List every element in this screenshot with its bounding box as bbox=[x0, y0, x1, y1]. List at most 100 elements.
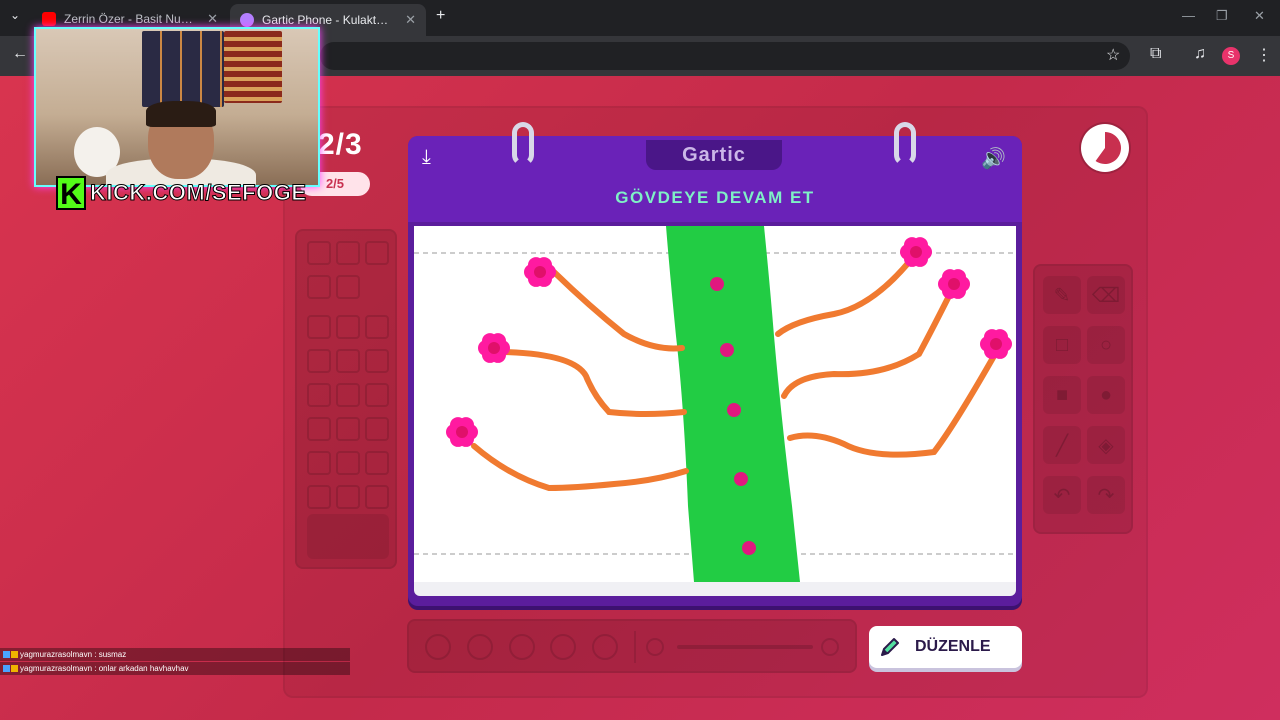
streamer-hair bbox=[146, 101, 216, 127]
trunk-dot bbox=[720, 343, 734, 357]
branch bbox=[787, 353, 997, 458]
wall-poster bbox=[142, 31, 224, 107]
rectangle-outline-tool-icon[interactable]: □ bbox=[1043, 326, 1081, 364]
color-swatch[interactable] bbox=[307, 275, 331, 299]
color-swatch[interactable] bbox=[336, 241, 360, 265]
download-icon[interactable]: ⤓ bbox=[422, 146, 431, 169]
brush-size-3[interactable] bbox=[509, 634, 535, 660]
flower bbox=[524, 257, 556, 287]
round-counter: 2/3 bbox=[318, 128, 363, 161]
drawing bbox=[414, 226, 1016, 582]
ellipse-outline-tool-icon[interactable]: ○ bbox=[1087, 326, 1125, 364]
rectangle-fill-tool-icon[interactable]: ■ bbox=[1043, 376, 1081, 414]
color-swatch[interactable] bbox=[365, 383, 389, 407]
brush-size-1[interactable] bbox=[425, 634, 451, 660]
color-swatch[interactable] bbox=[336, 315, 360, 339]
drawing-canvas[interactable] bbox=[414, 226, 1016, 582]
sketchbook: Gartic ⤓ 🔊 GÖVDEYE DEVAM ET bbox=[408, 122, 1022, 606]
chat-badge-icon bbox=[11, 665, 18, 672]
tab-title: Gartic Phone - Kulaktan Kulağa bbox=[262, 13, 391, 27]
sketchbook-header: Gartic ⤓ 🔊 GÖVDEYE DEVAM ET bbox=[408, 136, 1022, 222]
ellipse-fill-tool-icon[interactable]: ● bbox=[1087, 376, 1125, 414]
tool-panel: ✎ ⌫ □ ○ ■ ● ╱ ◈ ↶ ↷ bbox=[1033, 264, 1133, 534]
trunk-dot bbox=[710, 277, 724, 291]
close-icon[interactable]: ✕ bbox=[405, 12, 416, 28]
color-palette bbox=[295, 229, 397, 569]
redo-icon[interactable]: ↷ bbox=[1087, 476, 1125, 514]
kick-url: KICK.COM/SEFOGE bbox=[90, 180, 307, 206]
color-swatch[interactable] bbox=[336, 485, 360, 509]
chat-badge-icon bbox=[11, 651, 18, 658]
window-close-icon[interactable]: ✕ bbox=[1254, 8, 1265, 24]
flower bbox=[980, 329, 1012, 359]
timer-icon bbox=[1081, 124, 1129, 172]
color-swatch[interactable] bbox=[307, 451, 331, 475]
brush-size-4[interactable] bbox=[550, 634, 576, 660]
color-swatch[interactable] bbox=[336, 383, 360, 407]
brush-size-2[interactable] bbox=[467, 634, 493, 660]
flower bbox=[446, 417, 478, 447]
opacity-slider[interactable] bbox=[677, 645, 813, 649]
kick-logo-icon: K bbox=[56, 176, 86, 211]
color-swatch[interactable] bbox=[365, 451, 389, 475]
eraser-tool-icon[interactable]: ⌫ bbox=[1087, 276, 1125, 314]
binder-ring-right bbox=[894, 122, 916, 166]
restore-icon[interactable]: ❐ bbox=[1216, 8, 1228, 24]
color-swatch[interactable] bbox=[307, 383, 331, 407]
tab-search-chevron-icon[interactable]: ⌄ bbox=[10, 8, 20, 22]
color-swatch[interactable] bbox=[336, 417, 360, 441]
color-swatch[interactable] bbox=[307, 485, 331, 509]
wall-rug bbox=[224, 31, 282, 103]
line-tool-icon[interactable]: ╱ bbox=[1043, 426, 1081, 464]
new-tab-icon[interactable]: + bbox=[436, 7, 445, 25]
color-swatch[interactable] bbox=[365, 485, 389, 509]
back-icon[interactable]: ← bbox=[12, 45, 28, 63]
chat-message: yagmurazrasolmavn : onlar arkadan havhav… bbox=[0, 662, 350, 675]
address-bar[interactable] bbox=[320, 42, 1130, 70]
webcam-overlay bbox=[34, 27, 320, 187]
extensions-icon[interactable]: ⧉ bbox=[1150, 45, 1161, 63]
color-swatch[interactable] bbox=[307, 241, 331, 265]
color-swatch[interactable] bbox=[365, 417, 389, 441]
fill-bucket-tool-icon[interactable]: ◈ bbox=[1087, 426, 1125, 464]
trunk-dot bbox=[734, 472, 748, 486]
color-swatch[interactable] bbox=[365, 241, 389, 265]
binder-ring-left bbox=[512, 122, 534, 166]
media-control-icon[interactable]: ♫ bbox=[1194, 45, 1206, 63]
color-swatch[interactable] bbox=[307, 349, 331, 373]
brush-size-5[interactable] bbox=[592, 634, 618, 660]
trunk-dot bbox=[742, 541, 756, 555]
opacity-max-icon bbox=[821, 638, 839, 656]
volume-icon[interactable]: 🔊 bbox=[981, 146, 1006, 171]
menu-kebab-icon[interactable]: ⋮ bbox=[1256, 45, 1272, 65]
trunk-dot bbox=[727, 403, 741, 417]
kick-banner: K KICK.COM/SEFOGE bbox=[56, 176, 307, 211]
color-swatch[interactable] bbox=[336, 349, 360, 373]
tab-title: Zerrin Özer - Basit Numaralar ( bbox=[64, 12, 193, 26]
undo-icon[interactable]: ↶ bbox=[1043, 476, 1081, 514]
bookmark-star-icon[interactable]: ☆ bbox=[1106, 45, 1120, 65]
close-icon[interactable]: ✕ bbox=[207, 11, 218, 27]
branch bbox=[775, 253, 917, 337]
chat-badge-icon bbox=[3, 665, 10, 672]
brush-size-bar bbox=[407, 619, 857, 673]
opacity-min-icon bbox=[646, 638, 664, 656]
flower bbox=[478, 333, 510, 363]
branch bbox=[471, 443, 689, 492]
color-swatch[interactable] bbox=[307, 417, 331, 441]
branch bbox=[551, 269, 685, 352]
selected-color-swatch bbox=[307, 514, 389, 559]
edit-button[interactable]: DÜZENLE bbox=[869, 626, 1022, 668]
color-swatch[interactable] bbox=[336, 275, 360, 299]
color-swatch[interactable] bbox=[307, 315, 331, 339]
color-swatch[interactable] bbox=[365, 349, 389, 373]
color-swatch[interactable] bbox=[336, 451, 360, 475]
edit-button-label: DÜZENLE bbox=[915, 638, 991, 655]
branch bbox=[501, 349, 687, 417]
chat-line: yagmurazrasolmavn : susmaz bbox=[20, 650, 127, 659]
profile-avatar[interactable]: S bbox=[1222, 47, 1240, 65]
color-swatch[interactable] bbox=[365, 315, 389, 339]
minimize-icon[interactable]: — bbox=[1182, 8, 1195, 23]
pencil-tool-icon[interactable]: ✎ bbox=[1043, 276, 1081, 314]
chat-message: yagmurazrasolmavn : susmaz bbox=[0, 648, 350, 661]
